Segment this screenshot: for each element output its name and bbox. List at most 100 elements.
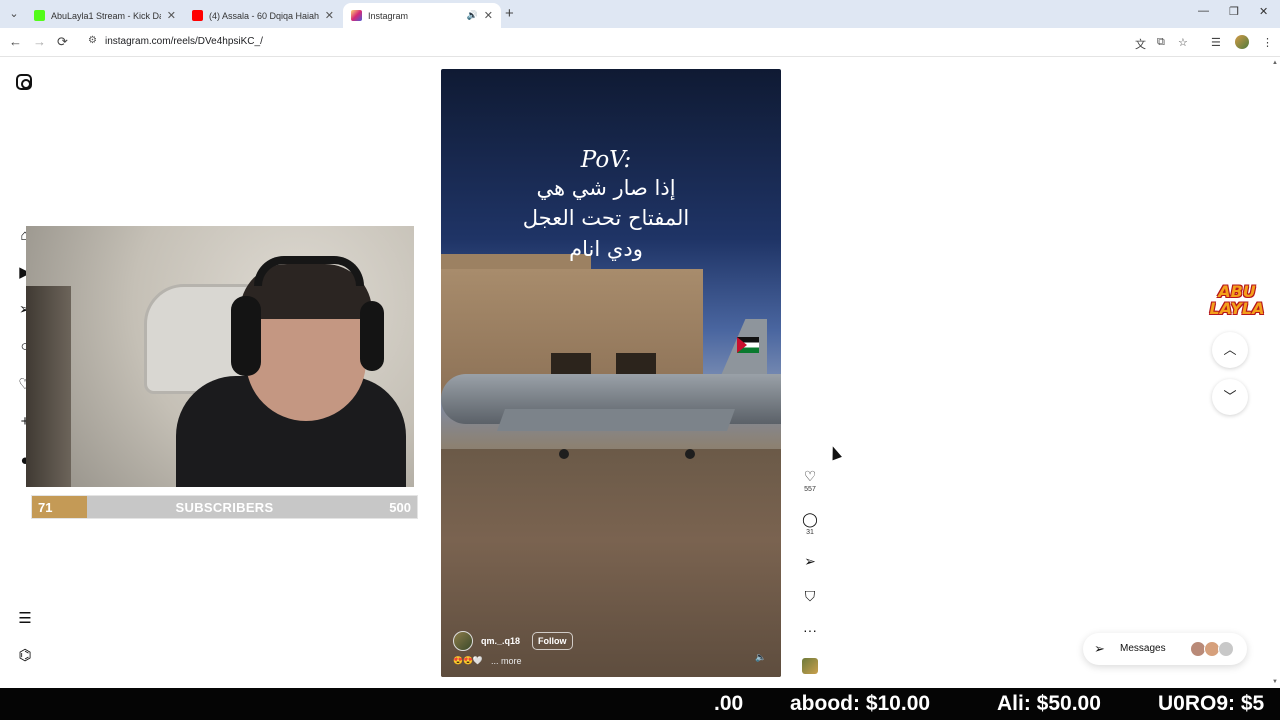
instagram-favicon-icon xyxy=(351,10,362,21)
ticker-item: abood: $10.00 xyxy=(790,692,930,716)
ticker-item: U0RO9: $5 xyxy=(1158,692,1264,716)
reload-icon[interactable]: ⟳ xyxy=(57,34,68,50)
tab-instagram[interactable]: Instagram 🔊 ✕ xyxy=(343,3,501,28)
reel-caption-line: إذا صار شي هي xyxy=(536,176,676,200)
bookmark-icon[interactable]: ⛉ xyxy=(801,588,819,604)
tab-title: AbuLayla1 Stream - Kick Dashb xyxy=(51,10,161,21)
more-options-action[interactable]: ··· xyxy=(801,622,819,638)
forward-arrow-icon[interactable]: → xyxy=(33,34,46,49)
like-action[interactable]: ♡ 557 xyxy=(801,468,819,493)
reel-more-link[interactable]: ... more xyxy=(491,656,522,666)
tab-title: (4) Assala - 60 Dqiqa Haiah | al xyxy=(209,10,319,21)
install-app-icon[interactable]: ⧉ xyxy=(1157,36,1165,49)
follow-button[interactable]: Follow xyxy=(532,632,573,650)
messages-label: Messages xyxy=(1120,643,1166,654)
comment-count: 31 xyxy=(806,529,814,536)
subscriber-goal-bar: 71 SUBSCRIBERS 500 xyxy=(31,495,418,519)
reel-caption-line: المفتاح تحت العجل xyxy=(522,206,690,230)
comment-bubble-icon[interactable]: ◯ xyxy=(801,511,819,527)
ticker-amount: $10.00 xyxy=(865,692,931,715)
reel-pov-text: PoV: xyxy=(580,147,632,173)
sound-toggle-icon[interactable]: 🔈 xyxy=(755,652,766,663)
avatar xyxy=(1218,641,1234,657)
webcam-guitar xyxy=(26,286,71,487)
reel-author-avatar[interactable] xyxy=(453,631,473,651)
next-reel-button[interactable]: ﹀ xyxy=(1212,379,1248,415)
reel-author-username[interactable]: qm._.q18 xyxy=(481,636,520,646)
more-menu-icon[interactable]: ⋮ xyxy=(1262,36,1273,49)
reel-jet-wing xyxy=(496,409,736,431)
close-tab-icon[interactable]: ✕ xyxy=(484,9,493,22)
speaker-icon[interactable]: 🔊 xyxy=(467,10,478,21)
ticker-amount: $50.00 xyxy=(1036,692,1101,715)
address-bar[interactable]: ⚙ instagram.com/reels/DVe4hpsiKC_/ xyxy=(80,31,1198,53)
like-count: 557 xyxy=(804,486,816,493)
headphone-band xyxy=(254,256,364,286)
site-info-icon[interactable]: ⚙ xyxy=(88,35,97,46)
hamburger-menu-icon[interactable]: ☰ xyxy=(16,610,34,628)
webcam-overlay xyxy=(26,226,414,487)
ticker-amount: .00 xyxy=(714,692,744,715)
ticker-name: U0RO9: xyxy=(1158,692,1236,715)
messages-button[interactable]: ➢ Messages xyxy=(1083,633,1247,665)
browser-toolbar: ← → ⟳ ⚙ instagram.com/reels/DVe4hpsiKC_/… xyxy=(0,28,1280,57)
browser-tab-bar: ⌄ AbuLayla1 Stream - Kick Dashb ✕ (4) As… xyxy=(0,0,1280,28)
close-tab-icon[interactable]: ✕ xyxy=(167,9,176,22)
reel-jet-flag xyxy=(737,337,759,353)
headphone-right xyxy=(360,301,384,371)
kick-favicon-icon xyxy=(34,10,45,21)
chevron-up-icon: ︿ xyxy=(1223,342,1237,357)
subscriber-goal-label: SUBSCRIBERS xyxy=(175,500,274,515)
minimize-window-icon[interactable]: — xyxy=(1198,5,1209,17)
mouse-cursor xyxy=(828,444,842,461)
headphone-left xyxy=(231,296,261,376)
threads-app-icon[interactable]: ⌬ xyxy=(16,647,34,665)
ticker-name: Ali: xyxy=(997,692,1031,715)
ticker-item: Ali: $50.00 xyxy=(997,692,1101,716)
paper-plane-icon: ➢ xyxy=(1094,641,1105,656)
previous-reel-button[interactable]: ︿ xyxy=(1212,332,1248,368)
subscriber-goal-target: 500 xyxy=(389,500,411,515)
close-window-icon[interactable]: ✕ xyxy=(1259,5,1268,18)
ticker-name: abood: xyxy=(790,692,860,715)
new-tab-button[interactable]: + xyxy=(505,5,514,22)
tab-kick-dashboard[interactable]: AbuLayla1 Stream - Kick Dashb ✕ xyxy=(26,3,184,28)
reel-video[interactable]: PoV: إذا صار شي هي المفتاح تحت العجل ودي… xyxy=(441,69,781,677)
tab-youtube-assala[interactable]: (4) Assala - 60 Dqiqa Haiah | al ✕ xyxy=(184,3,342,28)
close-tab-icon[interactable]: ✕ xyxy=(325,9,334,22)
tab-title: Instagram xyxy=(368,10,409,21)
reading-list-icon[interactable]: ☰ xyxy=(1211,36,1221,49)
screen: ⌄ AbuLayla1 Stream - Kick Dashb ✕ (4) As… xyxy=(0,0,1280,720)
share-action[interactable]: ➢ xyxy=(801,553,819,569)
send-paper-plane-icon[interactable]: ➢ xyxy=(801,553,819,569)
profile-avatar[interactable] xyxy=(1235,35,1249,49)
reel-jet-wheel xyxy=(559,449,569,459)
tab-search-chevron-icon[interactable]: ⌄ xyxy=(6,6,22,22)
youtube-favicon-icon xyxy=(192,10,203,21)
restore-window-icon[interactable]: ❐ xyxy=(1229,5,1239,18)
translate-icon[interactable]: 文 xyxy=(1135,36,1146,52)
bookmark-star-icon[interactable]: ☆ xyxy=(1178,36,1188,49)
comment-action[interactable]: ◯ 31 xyxy=(801,511,819,536)
scroll-down-arrow-icon[interactable]: ▼ xyxy=(1272,679,1278,685)
scroll-up-arrow-icon[interactable]: ▲ xyxy=(1272,60,1278,66)
chevron-down-icon: ﹀ xyxy=(1223,389,1237,404)
reel-caption-emojis: 😍😍🤍 xyxy=(453,656,483,665)
more-horizontal-icon[interactable]: ··· xyxy=(801,622,819,638)
instagram-logo-icon[interactable] xyxy=(16,74,32,90)
reel-caption-line: ودي انام xyxy=(569,237,643,261)
donation-ticker: .00 abood: $10.00 Ali: $50.00 U0RO9: $5 xyxy=(0,688,1280,720)
back-arrow-icon[interactable]: ← xyxy=(9,34,22,49)
save-action[interactable]: ⛉ xyxy=(801,588,819,604)
abu-layla-logo: ABU LAYLA xyxy=(1202,283,1272,317)
abu-layla-logo-line: ABU xyxy=(1218,282,1256,301)
page-scrollbar[interactable] xyxy=(1272,57,1280,687)
ticker-item: .00 xyxy=(714,692,743,716)
abu-layla-logo-line: LAYLA xyxy=(1209,299,1265,318)
audio-thumbnail[interactable] xyxy=(802,658,818,674)
reel-author: qm._.q18 Follow xyxy=(453,631,573,651)
reel-jet-wheel xyxy=(685,449,695,459)
url-text[interactable]: instagram.com/reels/DVe4hpsiKC_/ xyxy=(105,36,263,47)
ticker-amount: $5 xyxy=(1240,692,1265,715)
heart-icon[interactable]: ♡ xyxy=(801,468,819,484)
